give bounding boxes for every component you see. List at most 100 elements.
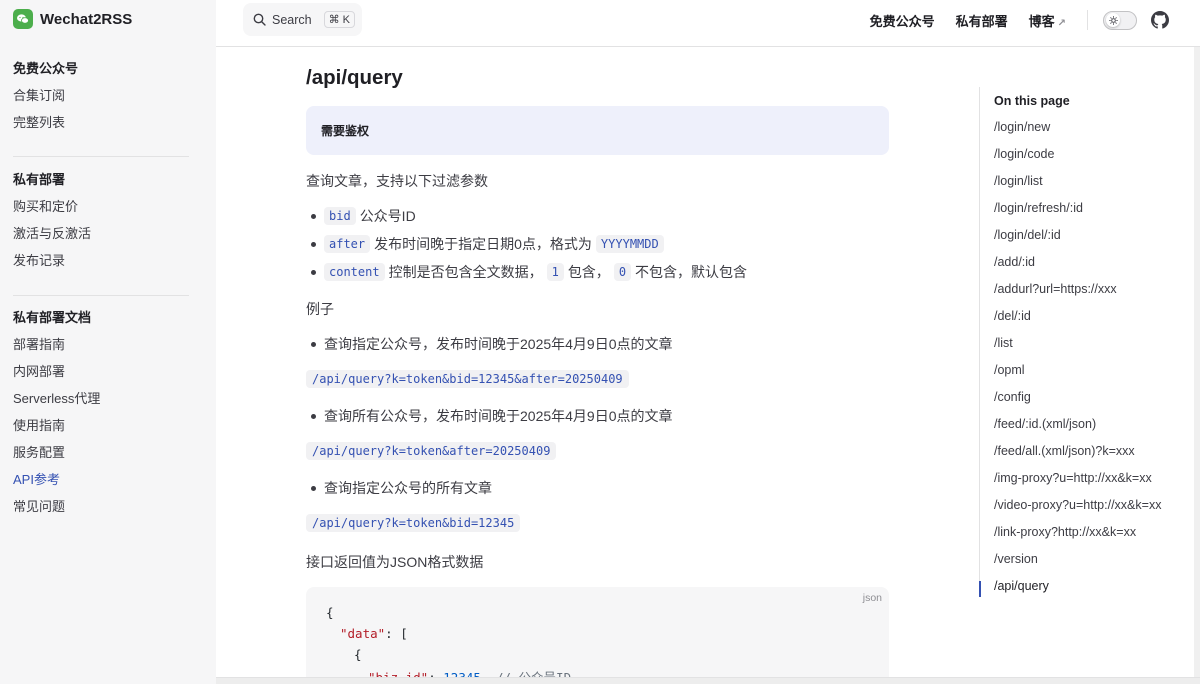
- example-url: /api/query?k=token&bid=12345&after=20250…: [306, 370, 629, 388]
- outline-item[interactable]: /add/:id: [994, 255, 1035, 269]
- example-text: 查询指定公众号，发布时间晚于2025年4月9日0点的文章: [324, 336, 673, 352]
- sidebar-item-api[interactable]: API参考: [13, 466, 189, 493]
- outline-item[interactable]: /config: [994, 390, 1031, 404]
- outline-item[interactable]: /img-proxy?u=http://xx&k=xx: [994, 471, 1152, 485]
- outline-active-marker: [979, 581, 981, 597]
- param-item-bid: bid 公众号ID: [306, 206, 416, 226]
- outline-item[interactable]: /version: [994, 552, 1038, 566]
- sun-icon: [1106, 13, 1120, 27]
- topnav-free[interactable]: 免费公众号: [870, 11, 935, 30]
- code-line: {: [326, 605, 334, 620]
- outline-item[interactable]: /del/:id: [994, 309, 1031, 323]
- outline-item[interactable]: /link-proxy?http://xx&k=xx: [994, 525, 1136, 539]
- search-label: Search: [272, 12, 312, 27]
- examples-label: 例子: [306, 301, 334, 317]
- page-title: /api/query: [306, 66, 403, 89]
- param-desc: 发布时间晚于指定日期0点，格式为: [374, 236, 592, 252]
- outline-item[interactable]: /login/new: [994, 120, 1050, 134]
- outline-item[interactable]: /addurl?url=https://xxx: [994, 282, 1117, 296]
- vertical-scrollbar[interactable]: [1194, 47, 1200, 677]
- code-token: "data": [340, 626, 386, 641]
- sidebar-group-private: 私有部署 购买和定价 激活与反激活 发布记录: [13, 166, 189, 274]
- param-desc: 控制是否包含全文数据，: [388, 264, 543, 280]
- inline-code: content: [324, 263, 385, 281]
- sidebar-group-docs: 私有部署文档 部署指南 内网部署 Serverless代理 使用指南 服务配置 …: [13, 304, 189, 520]
- outline-item[interactable]: /feed/all.(xml/json)?k=xxx: [994, 444, 1135, 458]
- bullet: [311, 413, 316, 419]
- brand-name: Wechat2RSS: [40, 10, 133, 28]
- theme-toggle[interactable]: [1103, 10, 1137, 30]
- outline-item[interactable]: /login/refresh/:id: [994, 201, 1083, 215]
- inline-code: 1: [546, 263, 564, 281]
- search-shortcut: ⌘ K: [323, 11, 356, 28]
- topnav-private[interactable]: 私有部署: [956, 11, 1008, 30]
- page-outline: On this page /login/new/login/code/login…: [979, 87, 1179, 597]
- sidebar-group-title[interactable]: 免费公众号: [13, 55, 189, 82]
- sidebar-item-releases[interactable]: 发布记录: [13, 247, 189, 274]
- code-token: : [: [385, 626, 408, 641]
- horizontal-scrollbar[interactable]: [216, 677, 1200, 684]
- search-icon: [253, 13, 266, 26]
- top-nav: 免费公众号 私有部署 博客 ↗: [870, 0, 1200, 40]
- sidebar-item-intranet[interactable]: 内网部署: [13, 358, 189, 385]
- sidebar: Wechat2RSS 免费公众号 合集订阅 完整列表 私有部署 购买和定价 激活…: [0, 0, 216, 684]
- param-item-after: after 发布时间晚于指定日期0点，格式为 YYYYMMDD: [306, 234, 668, 254]
- sidebar-item-usage[interactable]: 使用指南: [13, 412, 189, 439]
- sidebar-item-pricing[interactable]: 购买和定价: [13, 193, 189, 220]
- sidebar-item-faq[interactable]: 常见问题: [13, 493, 189, 520]
- example-text: 查询所有公众号，发布时间晚于2025年4月9日0点的文章: [324, 408, 673, 424]
- inline-code: after: [324, 235, 371, 253]
- nav-separator: [1087, 10, 1088, 30]
- outline-item[interactable]: /login/list: [994, 174, 1043, 188]
- topnav-blog[interactable]: 博客 ↗: [1029, 11, 1066, 30]
- intro-text: 查询文章，支持以下过滤参数: [306, 173, 488, 189]
- outline-item[interactable]: /feed/:id.(xml/json): [994, 417, 1096, 431]
- example-item: 查询指定公众号，发布时间晚于2025年4月9日0点的文章: [306, 334, 673, 354]
- code-lang: json: [862, 592, 882, 604]
- sidebar-item-serverless[interactable]: Serverless代理: [13, 385, 189, 412]
- code-block[interactable]: json { "data": [ { "biz_id": 12345, // 公…: [306, 587, 889, 684]
- outline-item[interactable]: /login/code: [994, 147, 1054, 161]
- param-item-content: content 控制是否包含全文数据， 1 包含， 0 不包含，默认包含: [306, 262, 747, 282]
- brand[interactable]: Wechat2RSS: [13, 9, 132, 29]
- sidebar-item-full-list[interactable]: 完整列表: [13, 109, 189, 136]
- topnav-blog-label: 博客: [1028, 13, 1055, 29]
- bullet: [311, 213, 316, 219]
- bullet: [311, 485, 316, 491]
- outline-item[interactable]: /list: [994, 336, 1013, 350]
- example-text: 查询指定公众号的所有文章: [324, 480, 492, 496]
- search-button[interactable]: Search ⌘ K: [243, 3, 362, 36]
- sidebar-item-deploy-guide[interactable]: 部署指南: [13, 331, 189, 358]
- param-desc: 包含，: [567, 264, 610, 280]
- example-url: /api/query?k=token&after=20250409: [306, 442, 557, 460]
- external-link-icon: ↗: [1057, 17, 1066, 29]
- outline-item[interactable]: /login/del/:id: [994, 228, 1061, 242]
- sidebar-group-title[interactable]: 私有部署文档: [13, 304, 189, 331]
- outline-title: On this page: [994, 94, 1070, 108]
- bullet: [311, 269, 316, 275]
- outline-item[interactable]: /opml: [994, 363, 1025, 377]
- github-icon[interactable]: [1151, 11, 1169, 29]
- inline-code: bid: [324, 207, 356, 225]
- auth-tip: 需要鉴权: [306, 106, 889, 155]
- example-item: 查询所有公众号，发布时间晚于2025年4月9日0点的文章: [306, 406, 673, 426]
- sidebar-group-free: 免费公众号 合集订阅 完整列表: [13, 55, 189, 136]
- sidebar-divider: [13, 295, 189, 296]
- bullet: [311, 241, 316, 247]
- code-line: {: [354, 647, 362, 662]
- outline-item[interactable]: /video-proxy?u=http://xx&k=xx: [994, 498, 1161, 512]
- sidebar-group-title[interactable]: 私有部署: [13, 166, 189, 193]
- param-desc: 公众号ID: [359, 208, 416, 224]
- topbar: Search ⌘ K 免费公众号 私有部署 博客 ↗: [216, 0, 1200, 47]
- inline-code: 0: [613, 263, 632, 281]
- sidebar-item-config[interactable]: 服务配置: [13, 439, 189, 466]
- wechat-rss-logo-icon: [13, 9, 33, 29]
- sidebar-item-activation[interactable]: 激活与反激活: [13, 220, 189, 247]
- sidebar-item-collection[interactable]: 合集订阅: [13, 82, 189, 109]
- return-text: 接口返回值为JSON格式数据: [306, 554, 484, 570]
- bullet: [311, 341, 316, 347]
- sidebar-divider: [13, 156, 189, 157]
- example-url: /api/query?k=token&bid=12345: [306, 514, 521, 532]
- outline-item[interactable]: /api/query: [994, 579, 1049, 593]
- param-desc: 不包含，默认包含: [635, 264, 748, 280]
